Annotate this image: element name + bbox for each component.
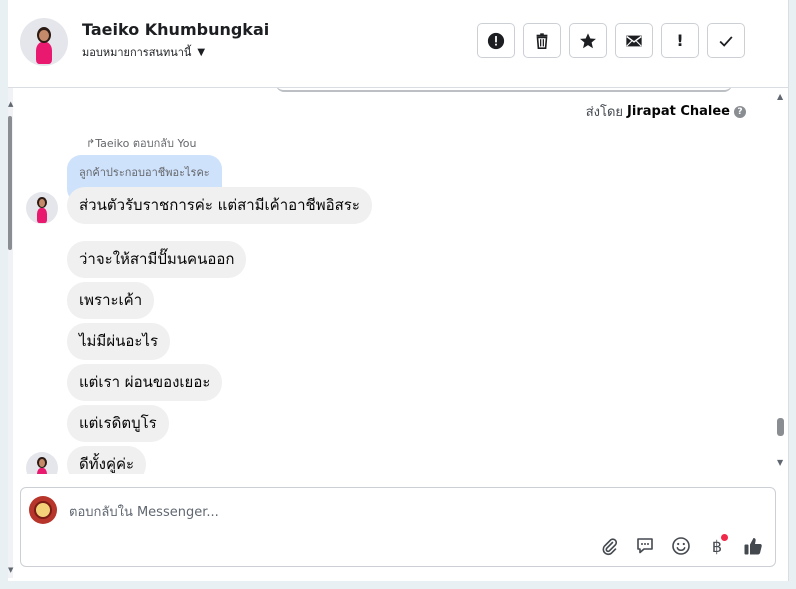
reply-note-text: Taeiko ตอบกลับ You <box>95 137 197 150</box>
star-icon <box>580 32 596 48</box>
message-bubble[interactable]: ว่าจะให้สามีปั๊มนคนออก <box>67 241 247 278</box>
emoji-button[interactable] <box>669 534 693 558</box>
scroll-down-arrow-icon[interactable]: ▼ <box>777 458 783 467</box>
check-icon <box>719 35 733 47</box>
payment-button[interactable]: ฿ <box>705 534 729 558</box>
assign-conversation-dropdown[interactable]: มอบหมายการสนทนานี้ ▼ <box>82 43 205 61</box>
emoji-icon <box>672 537 690 555</box>
message-avatar[interactable] <box>26 452 58 474</box>
follow-up-button[interactable]: ! <box>661 23 699 58</box>
mark-spam-button[interactable] <box>477 23 515 58</box>
scroll-up-arrow-icon[interactable]: ▲ <box>777 92 783 101</box>
page-avatar <box>29 496 57 524</box>
contact-avatar[interactable] <box>20 18 68 66</box>
alert-circle-icon <box>487 32 505 49</box>
mark-unread-button[interactable] <box>615 23 653 58</box>
sent-by-prefix: ส่งโดย <box>585 105 624 120</box>
message-bubble[interactable]: ส่วนตัวรับราชการค่ะ แต่สามีเค้าอาชีพอิสร… <box>67 187 372 224</box>
like-button[interactable] <box>741 534 765 558</box>
trash-icon <box>536 32 548 49</box>
sent-by-name: Jirapat Chalee <box>627 104 730 119</box>
saved-replies-button[interactable] <box>633 534 657 558</box>
reply-input[interactable] <box>67 500 671 524</box>
paperclip-icon <box>602 538 618 556</box>
like-icon <box>744 538 762 555</box>
saved-reply-icon <box>637 538 653 554</box>
assign-label: มอบหมายการสนทนานี้ <box>82 46 192 59</box>
envelope-icon <box>626 35 642 46</box>
attach-button[interactable] <box>597 534 621 558</box>
message-bubble[interactable]: แต่เรดิตบูโร <box>67 405 169 442</box>
reply-composer: ฿ <box>20 487 776 567</box>
scroll-down-arrow-icon[interactable]: ▼ <box>8 566 13 574</box>
delete-button[interactable] <box>523 23 561 58</box>
exclamation-icon: ! <box>676 31 684 50</box>
sent-by-label: ส่งโดย Jirapat Chalee ? <box>586 101 746 122</box>
message-bubble[interactable]: ดีทั้งคู่ค่ะ <box>67 446 147 474</box>
composer-tools: ฿ <box>597 534 765 558</box>
scrollbar-thumb[interactable] <box>777 418 784 436</box>
previous-message-card <box>276 88 732 92</box>
message-bubble[interactable]: ไม่มีผ่นอะไร <box>67 323 171 360</box>
reply-note: ↱Taeiko ตอบกลับ You <box>86 134 196 152</box>
caret-down-icon: ▼ <box>197 46 206 58</box>
inbox-conversation-panel: ▲ ▼ Taeiko Khumbungkai มอบหมายการสนทนานี… <box>8 0 789 581</box>
conversation-actions: ! <box>477 23 745 58</box>
contact-name[interactable]: Taeiko Khumbungkai <box>82 20 269 39</box>
help-icon[interactable]: ? <box>734 105 746 118</box>
star-button[interactable] <box>569 23 607 58</box>
reply-arrow-icon: ↱ <box>86 137 96 150</box>
conversation-header: Taeiko Khumbungkai มอบหมายการสนทนานี้ ▼ … <box>8 0 788 88</box>
message-bubble[interactable]: เพราะเค้า <box>67 282 155 319</box>
notification-dot <box>721 534 728 541</box>
message-bubble[interactable]: แต่เรา ผ่อนของเยอะ <box>67 364 223 401</box>
message-thread[interactable]: ส่งโดย Jirapat Chalee ? ↱Taeiko ตอบกลับ … <box>8 88 788 474</box>
right-scrollbar[interactable]: ▲ ▼ <box>775 88 786 474</box>
message-avatar[interactable] <box>26 192 58 224</box>
mark-done-button[interactable] <box>707 23 745 58</box>
